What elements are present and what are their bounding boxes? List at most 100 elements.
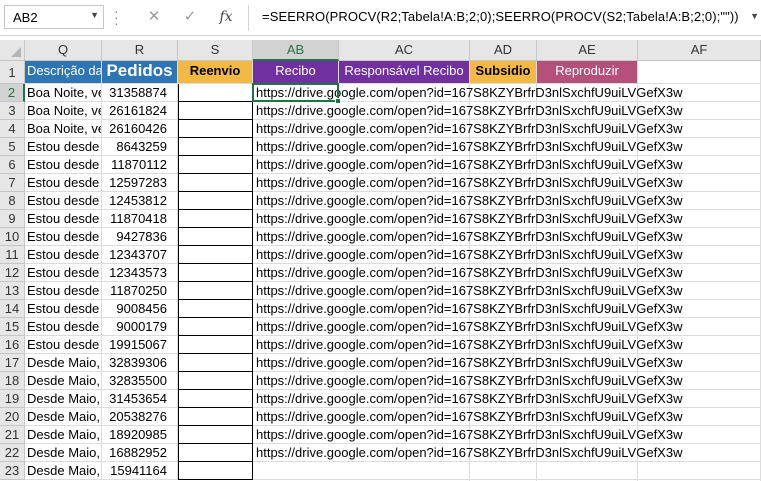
cell-pedido[interactable]: 32835500 <box>102 372 178 390</box>
row-header[interactable]: 20 <box>0 408 25 426</box>
cell-reenvio[interactable] <box>178 102 253 120</box>
cell-pedido[interactable]: 11870250 <box>102 282 178 300</box>
row-header[interactable]: 16 <box>0 336 25 354</box>
cell-recibo[interactable]: https://drive.google.com/open?id=167S8KZ… <box>253 408 682 426</box>
cell-description[interactable]: Boa Noite, ve <box>25 102 102 120</box>
formula-input[interactable]: =SEERRO(PROCV(R2;Tabela!A:B;2;0);SEERRO(… <box>262 9 739 24</box>
cell-reenvio[interactable] <box>178 282 253 300</box>
cell-pedido[interactable]: 8643259 <box>102 138 178 156</box>
row-header[interactable]: 11 <box>0 246 25 264</box>
cell-description[interactable]: Estou desde <box>25 264 102 282</box>
cell-description[interactable]: Estou desde <box>25 138 102 156</box>
cell[interactable] <box>638 61 761 84</box>
row-header[interactable]: 10 <box>0 228 25 246</box>
cell-pedido[interactable]: 11870418 <box>102 210 178 228</box>
cell-recibo[interactable]: https://drive.google.com/open?id=167S8KZ… <box>253 300 682 318</box>
cell-description[interactable]: Desde Maio, <box>25 390 102 408</box>
cell-pedido[interactable]: 20538276 <box>102 408 178 426</box>
spreadsheet-grid[interactable]: Q R S AB AC AD AE AF 1 Descrição da Pedidos Reenvio… <box>0 40 761 481</box>
cell-recibo[interactable]: https://drive.google.com/open?id=167S8KZ… <box>253 138 682 156</box>
cell-pedido[interactable]: 31358874 <box>102 84 178 102</box>
row-header[interactable]: 17 <box>0 354 25 372</box>
cell-description[interactable]: Estou desde <box>25 228 102 246</box>
check-icon[interactable]: ✓ <box>178 6 202 28</box>
row-header[interactable]: 2 <box>0 84 25 102</box>
cell-pedido[interactable]: 9000179 <box>102 318 178 336</box>
cell-pedido[interactable]: 11870112 <box>102 156 178 174</box>
cell-recibo[interactable]: https://drive.google.com/open?id=167S8KZ… <box>253 390 682 408</box>
cell-description[interactable]: Estou desde <box>25 192 102 210</box>
cell-reenvio[interactable] <box>178 390 253 408</box>
row-header[interactable]: 23 <box>0 462 25 480</box>
cell-recibo[interactable]: https://drive.google.com/open?id=167S8KZ… <box>253 354 682 372</box>
row-header[interactable]: 5 <box>0 138 25 156</box>
cell-description[interactable]: Desde Maio, <box>25 372 102 390</box>
header-cell-ad[interactable]: Subsidio <box>470 61 537 84</box>
cell-pedido[interactable]: 26160426 <box>102 120 178 138</box>
header-cell-q[interactable]: Descrição da <box>25 61 102 84</box>
cell-pedido[interactable]: 18920985 <box>102 426 178 444</box>
cell-description[interactable]: Estou desde <box>25 156 102 174</box>
header-cell-ae[interactable]: Reproduzir <box>537 61 638 84</box>
row-header[interactable]: 14 <box>0 300 25 318</box>
cell-recibo[interactable]: https://drive.google.com/open?id=167S8KZ… <box>253 156 682 174</box>
row-header[interactable]: 6 <box>0 156 25 174</box>
cell-pedido[interactable]: 9008456 <box>102 300 178 318</box>
cell-reenvio[interactable] <box>178 174 253 192</box>
cell-description[interactable]: Desde Maio, <box>25 426 102 444</box>
cell-pedido[interactable]: 15941164 <box>102 462 178 480</box>
cell-pedido[interactable]: 32839306 <box>102 354 178 372</box>
cell-description[interactable]: Desde Maio, <box>25 354 102 372</box>
cell-reenvio[interactable] <box>178 318 253 336</box>
cell-description[interactable]: Estou desde <box>25 282 102 300</box>
cell-recibo[interactable]: https://drive.google.com/open?id=167S8KZ… <box>253 372 682 390</box>
cell-recibo[interactable] <box>253 462 339 480</box>
column-header-r[interactable]: R <box>102 40 178 61</box>
column-header-ad[interactable]: AD <box>470 40 537 61</box>
cell-reenvio[interactable] <box>178 156 253 174</box>
column-header-ac[interactable]: AC <box>339 40 470 61</box>
cell-reenvio[interactable] <box>178 462 253 480</box>
cell-description[interactable]: Estou desde <box>25 246 102 264</box>
cell-reenvio[interactable] <box>178 138 253 156</box>
cell-reenvio[interactable] <box>178 336 253 354</box>
column-header-q[interactable]: Q <box>25 40 102 61</box>
row-header[interactable]: 19 <box>0 390 25 408</box>
row-header[interactable]: 21 <box>0 426 25 444</box>
name-box[interactable]: AB2 ▼ <box>4 5 104 29</box>
cell-description[interactable]: Desde Maio, <box>25 408 102 426</box>
column-header-ab[interactable]: AB <box>253 40 339 61</box>
cell-reenvio[interactable] <box>178 444 253 462</box>
cell-reenvio[interactable] <box>178 426 253 444</box>
cell-reenvio[interactable] <box>178 372 253 390</box>
row-header[interactable]: 7 <box>0 174 25 192</box>
expand-formula-bar-icon[interactable]: ▼ <box>750 11 759 21</box>
cell-reenvio[interactable] <box>178 84 253 102</box>
drag-handle-icon[interactable]: · · · <box>114 4 120 30</box>
cell-pedido[interactable]: 12343573 <box>102 264 178 282</box>
row-header[interactable]: 8 <box>0 192 25 210</box>
cell-pedido[interactable]: 12597283 <box>102 174 178 192</box>
chevron-down-icon[interactable]: ▼ <box>90 10 99 20</box>
cell-description[interactable]: Estou desde <box>25 300 102 318</box>
cell-recibo[interactable]: https://drive.google.com/open?id=167S8KZ… <box>253 318 682 336</box>
cell-description[interactable]: Boa Noite, ve <box>25 120 102 138</box>
row-header[interactable]: 15 <box>0 318 25 336</box>
cell-recibo[interactable]: https://drive.google.com/open?id=167S8KZ… <box>253 174 682 192</box>
row-header[interactable]: 12 <box>0 264 25 282</box>
cell-pedido[interactable]: 16882952 <box>102 444 178 462</box>
column-header-af[interactable]: AF <box>638 40 761 61</box>
cell-pedido[interactable]: 12453812 <box>102 192 178 210</box>
cell-pedido[interactable]: 26161824 <box>102 102 178 120</box>
cell-recibo[interactable]: https://drive.google.com/open?id=167S8KZ… <box>253 228 682 246</box>
cell-reenvio[interactable] <box>178 228 253 246</box>
header-cell-ac[interactable]: Responsável Recibo <box>339 61 470 84</box>
row-header[interactable]: 3 <box>0 102 25 120</box>
column-header-s[interactable]: S <box>178 40 253 61</box>
cell-pedido[interactable]: 9427836 <box>102 228 178 246</box>
cell-reenvio[interactable] <box>178 210 253 228</box>
cell-recibo[interactable]: https://drive.google.com/open?id=167S8KZ… <box>253 264 682 282</box>
select-all-button[interactable] <box>0 40 25 61</box>
cell-description[interactable]: Boa Noite, ve <box>25 84 102 102</box>
cell-recibo[interactable]: https://drive.google.com/open?id=167S8KZ… <box>253 84 682 102</box>
